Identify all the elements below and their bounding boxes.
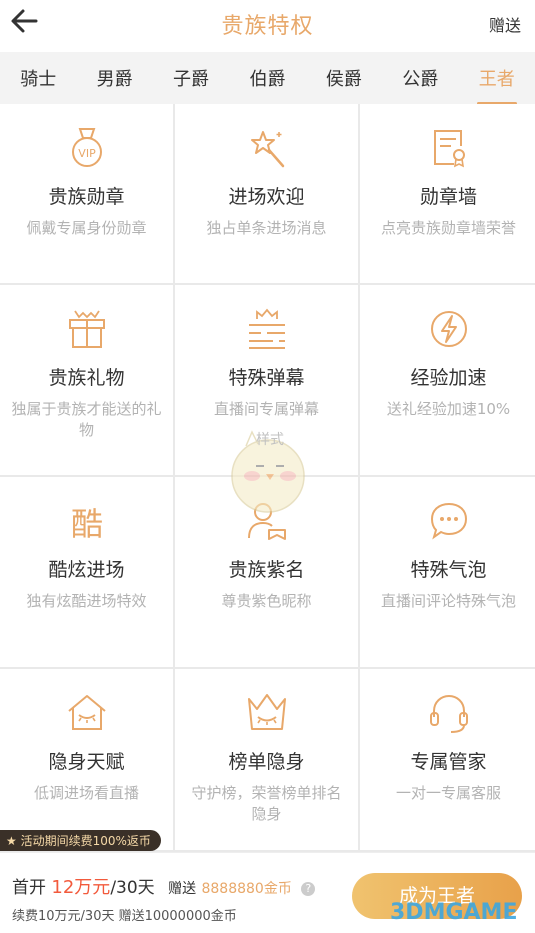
privilege-desc: 送礼经验加速10% [386, 400, 511, 418]
privilege-exp-boost[interactable]: 经验加速 送礼经验加速10% [360, 285, 535, 475]
star-icon: ★ [6, 834, 17, 848]
tab-earl[interactable]: 伯爵 [247, 65, 287, 91]
privilege-name: 榜单隐身 [228, 751, 305, 773]
promo-text: 活动期间续费100%返币 [20, 834, 151, 848]
site-watermark: 3DMGAME [390, 900, 518, 925]
privilege-entrance-welcome[interactable]: 进场欢迎 独占单条进场消息 [175, 104, 358, 283]
privilege-special-bubble[interactable]: 特殊气泡 直播间评论特殊气泡 [360, 477, 535, 667]
privilege-desc: 直播间专属弹幕 [213, 400, 319, 418]
tab-marquis[interactable]: 侯爵 [324, 65, 364, 91]
privilege-desc: 佩戴专属身份勋章 [26, 219, 147, 237]
rank-tabs: 骑士 男爵 子爵 伯爵 侯爵 公爵 王者 [0, 52, 535, 105]
privilege-desc: 独属于贵族才能送的礼物 [11, 400, 162, 439]
gift-box-icon [68, 310, 105, 348]
crown-lines-icon [248, 308, 285, 349]
privilege-name: 特殊气泡 [410, 559, 487, 581]
privilege-desc: 点亮贵族勋章墙荣誉 [380, 219, 516, 237]
mascot-watermark-text: 样式 [256, 432, 284, 448]
privilege-name: 贵族紫名 [228, 559, 305, 581]
certificate-icon [433, 130, 465, 168]
chat-bubble-icon [430, 502, 467, 540]
privilege-desc: 独占单条进场消息 [206, 219, 327, 237]
privilege-name: 勋章墙 [419, 186, 477, 208]
tab-king[interactable]: 王者 [476, 65, 517, 105]
crown-eye-icon [247, 694, 286, 730]
tab-knight[interactable]: 骑士 [18, 65, 58, 91]
price-value: 12万元 [51, 877, 111, 898]
privilege-desc: 尊贵紫色昵称 [221, 592, 312, 610]
privilege-personal-butler[interactable]: 专属管家 一对一专属客服 [360, 669, 535, 850]
mascot-watermark-icon: 样式 [231, 430, 305, 513]
privilege-name: 贵族礼物 [48, 367, 125, 389]
privilege-name: 经验加速 [410, 367, 487, 389]
lightning-icon [430, 311, 467, 347]
privilege-name: 贵族勋章 [48, 186, 125, 208]
svg-text:酷: 酷 [70, 505, 102, 543]
privilege-ranking-stealth[interactable]: 榜单隐身 守护榜，荣誉榜单排名隐身 [175, 669, 358, 850]
tab-duke[interactable]: 公爵 [400, 65, 440, 91]
privilege-name: 特殊弹幕 [228, 367, 305, 389]
gift-button[interactable]: 赠送 [489, 12, 521, 36]
privilege-cool-entrance[interactable]: 酷 酷炫进场 独有炫酷进场特效 [0, 477, 173, 667]
privilege-desc: 一对一专属客服 [395, 784, 501, 802]
privilege-medal-wall[interactable]: 勋章墙 点亮贵族勋章墙荣誉 [360, 104, 535, 283]
promo-badge: ★ 活动期间续费100%返币 [0, 830, 161, 851]
privilege-name: 进场欢迎 [228, 186, 305, 208]
gift-coins: 8888880金币 [201, 881, 292, 897]
house-eye-icon [67, 695, 106, 730]
tab-viscount[interactable]: 子爵 [171, 65, 211, 91]
page-title: 贵族特权 [221, 14, 314, 39]
gift-label: 赠送 [168, 881, 197, 897]
vip-medal-icon: VIP [71, 128, 102, 167]
privilege-desc: 直播间评论特殊气泡 [380, 592, 516, 610]
svg-text:VIP: VIP [78, 147, 96, 160]
privilege-noble-medal[interactable]: VIP 贵族勋章 佩戴专属身份勋章 [0, 104, 173, 283]
privilege-desc: 独有炫酷进场特效 [26, 592, 147, 610]
privilege-desc: 低调进场看直播 [33, 784, 139, 802]
magic-wand-star-icon [250, 131, 284, 168]
price-label: 首开 [12, 878, 46, 898]
question-icon[interactable]: ? [301, 882, 316, 896]
privilege-noble-gift[interactable]: 贵族礼物 独属于贵族才能送的礼物 [0, 285, 173, 475]
tab-baron[interactable]: 男爵 [95, 65, 135, 91]
headset-icon [429, 694, 468, 733]
price-line: 首开 12万元/30天 赠送 8888880金币 ? [12, 873, 316, 899]
price-period: /30天 [110, 878, 155, 898]
privilege-desc: 守护榜，荣誉榜单排名隐身 [191, 784, 342, 823]
privilege-name: 专属管家 [410, 751, 487, 773]
top-bar: 贵族特权 赠送 [0, 0, 535, 44]
privilege-stealth-talent[interactable]: 隐身天赋 低调进场看直播 [0, 669, 173, 850]
privilege-name: 酷炫进场 [48, 559, 125, 581]
cool-text-icon: 酷 [70, 505, 102, 543]
renew-info: 续费10万元/30天 赠送10000000金币 [12, 909, 237, 924]
privilege-name: 隐身天赋 [48, 751, 125, 773]
